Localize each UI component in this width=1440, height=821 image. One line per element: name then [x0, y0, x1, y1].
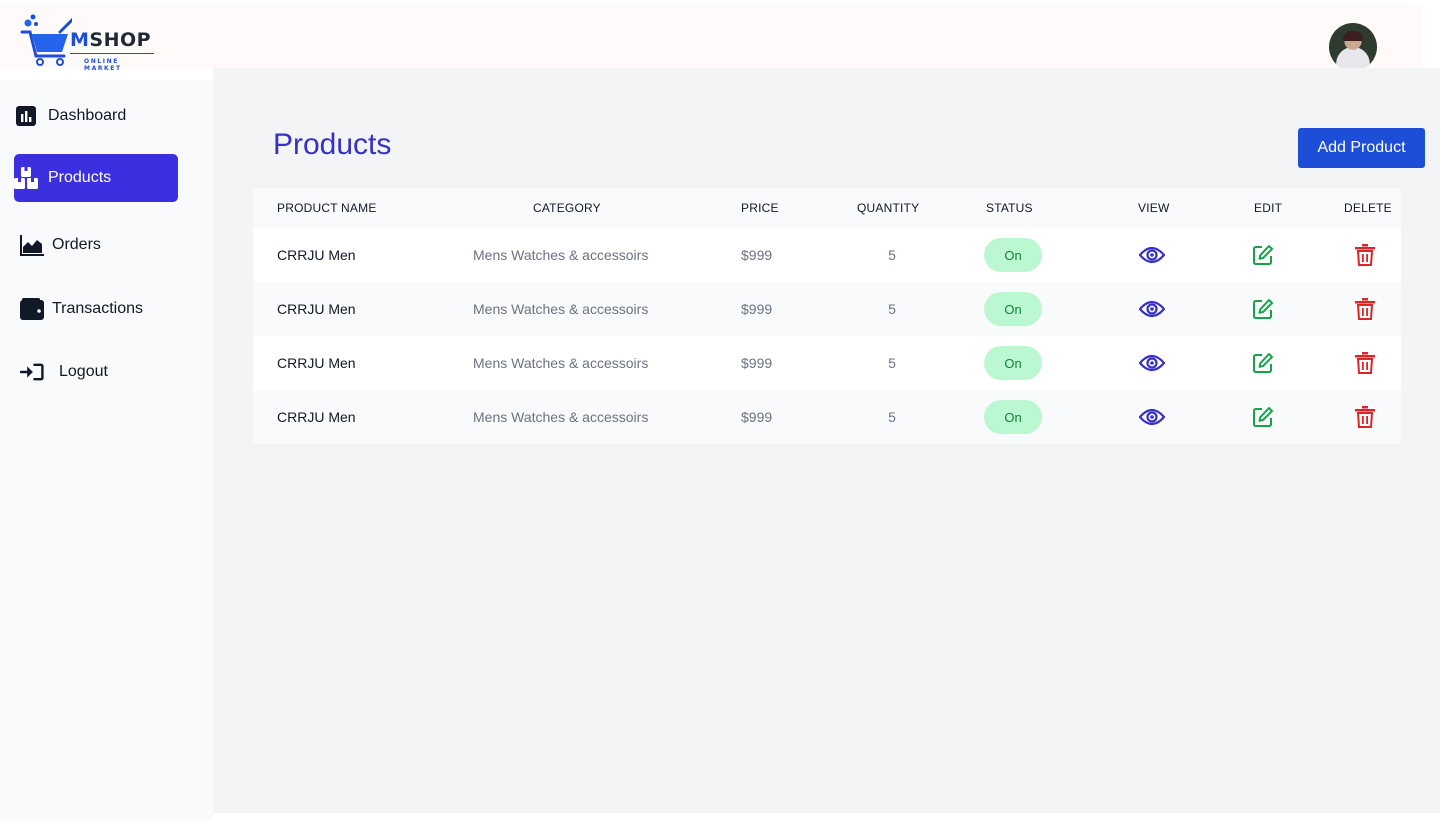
trash-icon[interactable]: [1351, 349, 1379, 377]
table-header: PRODUCT NAME CATEGORY PRICE QUANTITY STA…: [253, 188, 1401, 228]
delete-cell: [1351, 228, 1379, 282]
view-cell: [1138, 336, 1166, 390]
header-delete: DELETE: [1344, 201, 1392, 215]
trash-icon[interactable]: [1351, 241, 1379, 269]
view-cell: [1138, 282, 1166, 336]
sidebar: Dashboard Products Orders Transactions L…: [0, 80, 213, 821]
header-status[interactable]: STATUS: [986, 188, 1033, 228]
status-cell: On: [984, 336, 1042, 390]
chart-bar-icon: [14, 104, 38, 128]
sidebar-item-orders[interactable]: Orders: [20, 221, 184, 269]
edit-cell: [1249, 228, 1277, 282]
delete-cell: [1351, 390, 1379, 444]
category-cell: Mens Watches & accessoirs: [473, 247, 649, 263]
view-cell: [1138, 228, 1166, 282]
edit-cell: [1249, 390, 1277, 444]
product-name-cell: CRRJU Men: [277, 355, 356, 371]
header-quantity[interactable]: QUANTITY: [857, 188, 919, 228]
table-row[interactable]: CRRJU Men Mens Watches & accessoirs $999…: [253, 228, 1401, 282]
wallet-icon: [20, 297, 44, 321]
category-cell: Mens Watches & accessoirs: [473, 301, 649, 317]
main-content: Products Add Product PRODUCT NAME CATEGO…: [213, 68, 1440, 813]
sidebar-item-label: Dashboard: [48, 107, 127, 124]
price-cell: $999: [741, 247, 773, 263]
eye-icon[interactable]: [1138, 241, 1166, 269]
shopping-cart-icon: [20, 14, 72, 66]
status-badge[interactable]: On: [984, 238, 1042, 272]
top-bar: [0, 4, 1422, 68]
category-cell: Mens Watches & accessoirs: [473, 409, 649, 425]
sidebar-item-label: Logout: [59, 363, 108, 380]
sidebar-item-label: Transactions: [52, 300, 143, 317]
price-cell: $999: [741, 409, 773, 425]
edit-cell: [1249, 336, 1277, 390]
products-table: PRODUCT NAME CATEGORY PRICE QUANTITY STA…: [253, 188, 1401, 444]
eye-icon[interactable]: [1138, 349, 1166, 377]
sidebar-item-transactions[interactable]: Transactions: [20, 285, 184, 333]
status-badge[interactable]: On: [984, 346, 1042, 380]
brand-logo[interactable]: MSHOP ONLINE MARKET: [20, 12, 160, 72]
header-product-name[interactable]: PRODUCT NAME: [277, 188, 377, 228]
header-price[interactable]: PRICE: [741, 188, 779, 228]
eye-icon[interactable]: [1138, 403, 1166, 431]
header-category[interactable]: CATEGORY: [533, 188, 601, 228]
status-cell: On: [984, 390, 1042, 444]
sidebar-item-label: Products: [48, 169, 112, 186]
status-cell: On: [984, 282, 1042, 336]
page-title: Products: [273, 128, 392, 161]
price-cell: $999: [741, 301, 773, 317]
area-chart-icon: [20, 233, 44, 257]
sidebar-item-dashboard[interactable]: Dashboard: [14, 92, 178, 140]
sidebar-item-label: Orders: [52, 236, 101, 253]
price-cell: $999: [741, 355, 773, 371]
edit-icon[interactable]: [1249, 241, 1277, 269]
product-name-cell: CRRJU Men: [277, 409, 356, 425]
quantity-cell: 5: [888, 355, 896, 371]
eye-icon[interactable]: [1138, 295, 1166, 323]
category-cell: Mens Watches & accessoirs: [473, 355, 649, 371]
table-row[interactable]: CRRJU Men Mens Watches & accessoirs $999…: [253, 336, 1401, 390]
product-name-cell: CRRJU Men: [277, 301, 356, 317]
delete-cell: [1351, 336, 1379, 390]
brand-name: MSHOP: [70, 29, 152, 51]
footer-strip: [213, 813, 1440, 821]
table-row[interactable]: CRRJU Men Mens Watches & accessoirs $999…: [253, 390, 1401, 444]
edit-icon[interactable]: [1249, 403, 1277, 431]
header-edit: EDIT: [1254, 201, 1283, 215]
add-product-button[interactable]: Add Product: [1298, 128, 1425, 168]
delete-cell: [1351, 282, 1379, 336]
sign-in-icon: [20, 360, 44, 384]
edit-icon[interactable]: [1249, 349, 1277, 377]
avatar-cap: [1343, 31, 1363, 41]
header-view: VIEW: [1138, 201, 1170, 215]
brand-underline: [70, 53, 154, 54]
status-cell: On: [984, 228, 1042, 282]
edit-icon[interactable]: [1249, 295, 1277, 323]
status-badge[interactable]: On: [984, 292, 1042, 326]
brand-tagline: ONLINE MARKET: [84, 58, 122, 72]
status-badge[interactable]: On: [984, 400, 1042, 434]
edit-cell: [1249, 282, 1277, 336]
boxes-icon: [14, 166, 38, 190]
quantity-cell: 5: [888, 409, 896, 425]
sidebar-item-logout[interactable]: Logout: [20, 348, 184, 396]
trash-icon[interactable]: [1351, 295, 1379, 323]
quantity-cell: 5: [888, 301, 896, 317]
trash-icon[interactable]: [1351, 403, 1379, 431]
product-name-cell: CRRJU Men: [277, 247, 356, 263]
sidebar-item-products[interactable]: Products: [14, 154, 178, 202]
view-cell: [1138, 390, 1166, 444]
user-avatar[interactable]: [1329, 23, 1377, 71]
quantity-cell: 5: [888, 247, 896, 263]
table-row[interactable]: CRRJU Men Mens Watches & accessoirs $999…: [253, 282, 1401, 336]
